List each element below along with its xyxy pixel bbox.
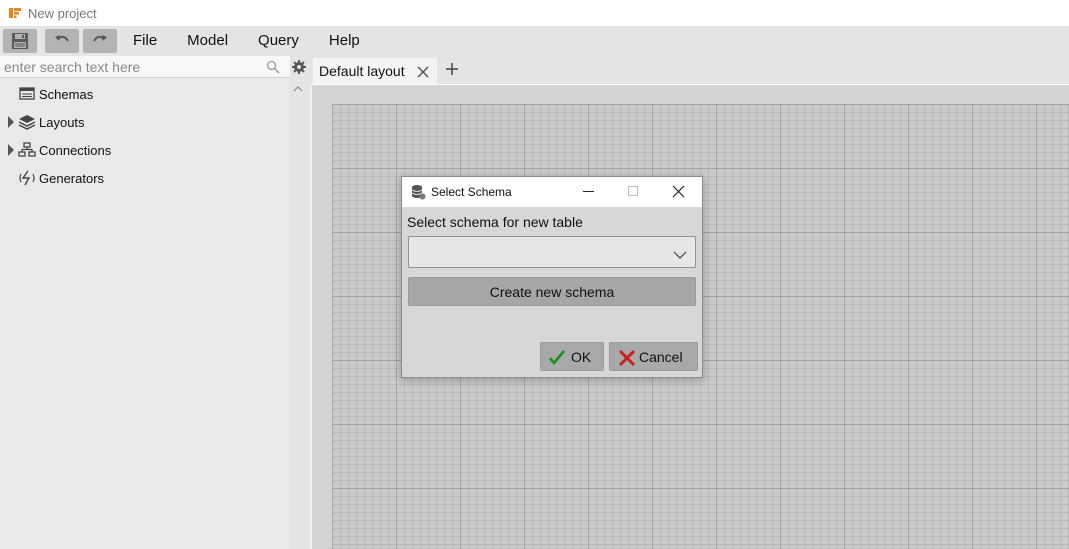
cancel-label: Cancel	[639, 349, 683, 365]
panel-settings-column	[290, 56, 310, 549]
tree-item-label: Schemas	[39, 87, 94, 102]
layers-icon	[18, 114, 36, 130]
save-button[interactable]	[3, 29, 37, 53]
ok-label: OK	[571, 349, 592, 365]
ok-button[interactable]: OK	[540, 342, 604, 371]
search-box	[0, 56, 290, 78]
project-tree-panel: Schemas Layouts	[0, 56, 290, 549]
schemas-icon	[18, 86, 36, 102]
title-bar: New project	[0, 0, 1069, 26]
database-icon	[410, 184, 426, 200]
tree-item-label: Generators	[39, 171, 105, 186]
minimize-icon[interactable]	[583, 191, 594, 192]
dialog-title: Select Schema	[431, 185, 512, 199]
schema-select-label: Select schema for new table	[407, 214, 583, 230]
checkmark-icon	[548, 349, 565, 366]
redo-button[interactable]	[83, 29, 117, 53]
x-mark-icon	[618, 349, 636, 367]
menu-query[interactable]: Query	[243, 26, 314, 56]
tree-item-generators[interactable]: Generators	[0, 164, 290, 192]
floppy-disk-icon	[12, 33, 28, 49]
tab-label: Default layout	[319, 63, 405, 79]
window-title: New project	[28, 5, 97, 21]
menu-help[interactable]: Help	[314, 26, 375, 56]
cancel-button[interactable]: Cancel	[609, 342, 698, 371]
tree-item-schemas[interactable]: Schemas	[0, 80, 290, 108]
app-logo-icon	[8, 6, 22, 20]
menu-model[interactable]: Model	[172, 26, 243, 56]
tree-item-label: Connections	[39, 143, 112, 158]
network-icon	[18, 142, 36, 158]
undo-button[interactable]	[45, 29, 79, 53]
tree-item-connections[interactable]: Connections	[0, 136, 290, 164]
search-icon[interactable]	[266, 60, 280, 74]
menu-file[interactable]: File	[133, 26, 172, 56]
close-icon[interactable]	[672, 185, 685, 198]
undo-icon	[55, 35, 69, 42]
schema-select[interactable]	[408, 236, 696, 268]
tree-item-label: Layouts	[39, 115, 85, 130]
gear-icon[interactable]	[291, 59, 307, 75]
expand-arrow-icon[interactable]	[8, 116, 14, 128]
redo-icon	[93, 35, 107, 42]
create-new-schema-button[interactable]: Create new schema	[408, 277, 696, 306]
create-new-schema-label: Create new schema	[489, 283, 615, 300]
toolbar: File Model Query Help	[0, 26, 1069, 56]
dialog-title-bar[interactable]: Select Schema	[402, 177, 702, 207]
maximize-icon[interactable]	[628, 186, 638, 196]
project-tree: Schemas Layouts Connections Generators	[0, 80, 290, 192]
menu-bar: File Model Query Help	[133, 26, 375, 56]
tab-default-layout[interactable]: Default layout	[313, 58, 437, 84]
select-schema-dialog: Select Schema Select schema for new tabl…	[401, 176, 703, 378]
add-tab-icon[interactable]	[445, 62, 459, 76]
tab-strip: Default layout	[310, 56, 1069, 84]
tree-item-layouts[interactable]: Layouts	[0, 108, 290, 136]
search-input[interactable]	[0, 58, 255, 75]
chevron-up-icon[interactable]	[292, 82, 304, 94]
chevron-down-icon[interactable]	[673, 247, 687, 259]
close-icon[interactable]	[417, 65, 429, 78]
generator-icon	[18, 170, 36, 186]
expand-arrow-icon[interactable]	[8, 144, 14, 156]
